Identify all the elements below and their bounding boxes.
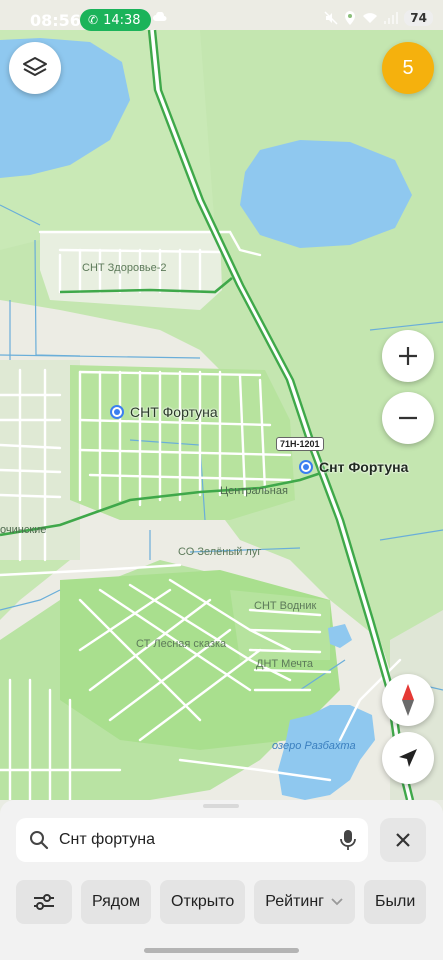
cluster-count-badge[interactable]: 5	[382, 42, 434, 94]
zoom-out-button[interactable]	[382, 392, 434, 444]
label-so-zeleny-lug: СО Зелёный луг	[178, 546, 262, 558]
signal-icon	[384, 12, 399, 24]
sliders-icon	[34, 894, 54, 910]
mute-icon	[324, 11, 338, 25]
filter-nearby[interactable]: Рядом	[81, 880, 152, 924]
road-shield: 71Н-1201	[276, 437, 324, 451]
map-canvas[interactable]: 71Н-1201 СНТ Здоровье-2 Центральная очин…	[0, 0, 443, 800]
wifi-icon	[363, 13, 378, 23]
label-ozero-razbakhta: озеро Разбахта	[272, 740, 356, 752]
navigation-arrow-icon	[399, 749, 417, 767]
label-tsentralnaya: Центральная	[220, 485, 288, 497]
chevron-down-icon	[331, 898, 343, 906]
layers-icon	[23, 57, 47, 76]
plus-icon	[399, 347, 417, 365]
poi-label: СНТ Фортуна	[130, 404, 218, 420]
label-st-lesnaya-skazka: СТ Лесная сказка	[136, 638, 227, 650]
filter-rating[interactable]: Рейтинг	[254, 880, 356, 924]
label-ochinskie: очинские	[0, 524, 47, 536]
phone-icon: ✆	[88, 13, 99, 27]
result-pin-icon	[299, 460, 313, 474]
status-time: 08:56	[30, 11, 81, 30]
label-snt-zdorovye: СНТ Здоровье-2	[82, 262, 167, 274]
filter-visited[interactable]: Были	[364, 880, 427, 924]
map-svg	[0, 0, 443, 800]
battery-indicator: 74	[404, 10, 433, 26]
label-snt-vodnik: СНТ Водник	[254, 600, 317, 612]
compass-icon	[402, 684, 414, 716]
filter-settings-button[interactable]	[16, 880, 72, 924]
cloud-icon	[153, 12, 167, 21]
call-duration: 14:38	[103, 12, 141, 28]
filter-rating-label: Рейтинг	[265, 893, 325, 910]
close-icon	[396, 833, 410, 847]
home-indicator[interactable]	[144, 948, 299, 953]
compass-button[interactable]	[382, 674, 434, 726]
bottom-sheet: Снт фортуна Рядом Открыто Рейтинг Были	[0, 800, 443, 960]
filter-chips: Рядом Открыто Рейтинг Были	[16, 880, 427, 924]
status-bar: 08:56 ✆ 14:38 74	[0, 0, 443, 40]
search-result-marker[interactable]: Снт Фортуна	[299, 459, 408, 475]
search-bar[interactable]: Снт фортуна	[16, 818, 368, 862]
minus-icon	[399, 416, 417, 420]
system-icons: 74	[324, 10, 433, 26]
location-icon	[345, 11, 356, 25]
filter-open[interactable]: Открыто	[160, 880, 246, 924]
my-location-button[interactable]	[382, 732, 434, 784]
call-indicator[interactable]: ✆ 14:38	[80, 9, 151, 31]
search-input[interactable]: Снт фортуна	[59, 831, 155, 849]
result-label: Снт Фортуна	[319, 459, 409, 475]
microphone-icon[interactable]	[340, 829, 356, 851]
sheet-drag-handle[interactable]	[203, 804, 239, 808]
poi-snt-fortuna[interactable]: СНТ Фортуна	[110, 404, 218, 420]
label-dnt-mechta: ДНТ Мечта	[256, 658, 313, 670]
poi-pin-icon	[110, 405, 124, 419]
search-icon	[30, 831, 49, 850]
layers-button[interactable]	[9, 42, 61, 94]
zoom-in-button[interactable]	[382, 330, 434, 382]
clear-search-button[interactable]	[380, 818, 426, 862]
